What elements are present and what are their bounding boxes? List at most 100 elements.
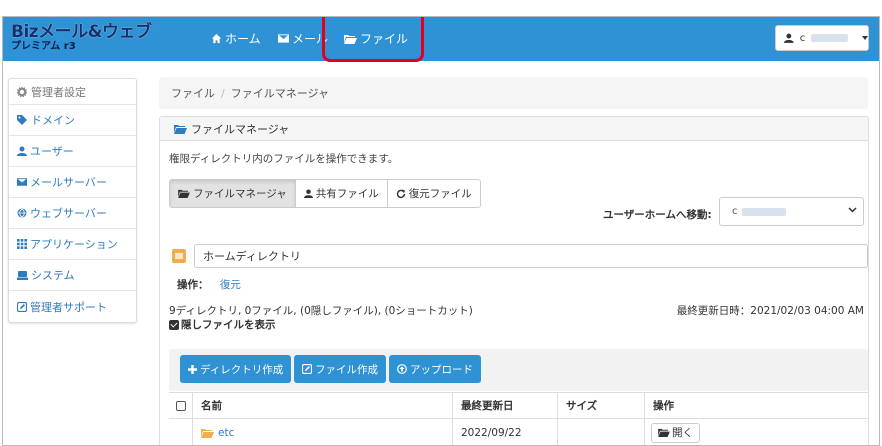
create-file-button[interactable]: ファイル作成: [294, 355, 386, 383]
panel-header: ファイルマネージャ: [160, 117, 868, 141]
file-nav-highlight: [322, 17, 424, 62]
user-name-masked: [811, 34, 848, 42]
button-label: アップロード: [410, 363, 473, 376]
tab-file-manager[interactable]: ファイルマネージャ: [170, 180, 296, 207]
row-select-cell: [169, 419, 193, 445]
last-updated: 最終更新日時：2021/02/03 04:00 AM: [676, 305, 864, 317]
restore-link[interactable]: 復元: [220, 279, 241, 291]
user-home-select[interactable]: c: [719, 197, 864, 226]
sidebar-item-label: アプリケーション: [30, 238, 118, 251]
grid-icon: [17, 239, 27, 249]
directory-path-value: ホームディレクトリ: [203, 250, 301, 263]
column-header-updated[interactable]: 最終更新日: [453, 393, 558, 418]
select-value: c: [732, 206, 738, 217]
breadcrumb-root[interactable]: ファイル: [171, 85, 215, 101]
tab-shared-files[interactable]: 共有ファイル: [295, 180, 388, 207]
app-frame: Bizメール&ウェブ プレミアム r3 ホーム メール ファイル c 管理者設定: [2, 16, 880, 446]
button-label: ディレクトリ作成: [200, 363, 284, 376]
sidebar-item-mail-server[interactable]: メールサーバー: [9, 167, 136, 198]
user-icon: [17, 146, 27, 156]
edit-icon: [302, 364, 312, 374]
file-table: 名前 最終更新日 サイズ 操作 etc 2022/09/22 開く: [169, 392, 868, 445]
sidebar-item-domain[interactable]: ドメイン: [9, 105, 136, 136]
drive-icon: [17, 270, 28, 280]
tab-label: ファイルマネージャ: [193, 188, 287, 200]
sidebar-item-users[interactable]: ユーザー: [9, 136, 136, 167]
folder-open-icon: [174, 124, 187, 134]
sidebar-item-label: ドメイン: [31, 114, 75, 127]
sidebar-item-system[interactable]: システム: [9, 260, 136, 291]
globe-icon: [17, 208, 27, 218]
sidebar-item-web-server[interactable]: ウェブサーバー: [9, 198, 136, 229]
envelope-icon: [278, 34, 289, 43]
file-tabs: ファイルマネージャ 共有ファイル 復元ファイル: [169, 179, 481, 208]
sidebar-item-admin-support[interactable]: 管理者サポート: [9, 291, 136, 322]
folder-open-icon: [178, 189, 190, 198]
sidebar-item-label: 管理者サポート: [30, 300, 107, 314]
directory-icon: [172, 249, 186, 263]
directory-summary: 9ディレクトリ, 0ファイル, (0隠しファイル), (0ショートカット): [169, 305, 473, 317]
home-icon: [211, 33, 222, 44]
table-header-row: 名前 最終更新日 サイズ 操作: [169, 393, 868, 419]
button-label: ファイル作成: [315, 363, 378, 376]
upload-icon: [397, 364, 407, 374]
admin-sidebar: 管理者設定 ドメイン ユーザー メールサーバー ウェブサーバー アプリケーション…: [8, 78, 137, 323]
move-to-home-label: ユーザーホームへ移動:: [603, 209, 712, 221]
upload-button[interactable]: アップロード: [389, 355, 481, 383]
sidebar-item-label: ウェブサーバー: [30, 207, 107, 220]
file-updated: 2022/09/22: [453, 419, 558, 445]
sidebar-item-label: ユーザー: [30, 145, 74, 158]
plus-icon: [188, 364, 197, 374]
file-toolbar: ディレクトリ作成 ファイル作成 アップロード: [169, 349, 868, 391]
operations-row: 操作： 復元: [177, 277, 241, 292]
sidebar-item-applications[interactable]: アプリケーション: [9, 229, 136, 260]
file-manager-panel: ファイルマネージャ 権限ディレクトリ内のファイルを操作できます。 ファイルマネー…: [159, 116, 869, 445]
edit-icon: [17, 301, 27, 312]
envelope-icon: [17, 178, 27, 186]
file-name-link[interactable]: etc: [218, 427, 234, 439]
breadcrumb: ファイル / ファイルマネージャ: [159, 77, 868, 109]
nav-home[interactable]: ホーム: [211, 30, 261, 47]
refresh-icon: [396, 189, 405, 198]
select-all-cell: [169, 393, 193, 418]
folder-open-icon: [201, 428, 214, 438]
select-all-checkbox[interactable]: [175, 400, 186, 411]
user-name: c: [799, 32, 806, 44]
column-header-name[interactable]: 名前: [193, 393, 453, 418]
breadcrumb-current: ファイルマネージャ: [230, 87, 329, 100]
open-button-label: 開く: [672, 427, 693, 439]
table-row: etc 2022/09/22 開く: [169, 419, 868, 445]
nav-mail[interactable]: メール: [278, 30, 328, 47]
file-size: [558, 419, 645, 445]
sidebar-item-label: システム: [31, 269, 75, 282]
sidebar-item-label: メールサーバー: [30, 176, 107, 189]
chevron-down-icon: [862, 36, 868, 40]
directory-path-field[interactable]: ホームディレクトリ: [194, 244, 868, 268]
brand-logo[interactable]: Bizメール&ウェブ プレミアム r3: [11, 23, 152, 52]
column-header-size[interactable]: サイズ: [558, 393, 645, 418]
checkbox-checked-icon[interactable]: [169, 319, 179, 330]
tab-label: 共有ファイル: [315, 188, 379, 200]
tab-restore-files[interactable]: 復元ファイル: [387, 180, 480, 207]
operations-label: 操作：: [177, 279, 209, 291]
tag-icon: [17, 115, 27, 125]
panel-description: 権限ディレクトリ内のファイルを操作できます。: [169, 153, 399, 165]
folder-open-icon: [658, 428, 670, 437]
sidebar-header: 管理者設定: [9, 79, 136, 105]
select-value-masked: [741, 207, 786, 216]
panel-title: ファイルマネージャ: [191, 122, 290, 136]
brand-subtitle: プレミアム r3: [11, 41, 76, 52]
breadcrumb-separator: /: [221, 86, 225, 100]
nav-home-label: ホーム: [225, 32, 261, 46]
user-menu-button[interactable]: c: [775, 25, 869, 51]
file-name-cell: etc: [193, 419, 453, 445]
file-action-cell: 開く: [645, 419, 868, 445]
top-navbar: Bizメール&ウェブ プレミアム r3 ホーム メール ファイル c: [3, 17, 879, 62]
chevron-down-icon: [848, 207, 857, 213]
create-directory-button[interactable]: ディレクトリ作成: [180, 355, 292, 383]
user-icon: [303, 189, 313, 198]
open-button[interactable]: 開く: [651, 422, 700, 443]
sidebar-header-label: 管理者設定: [31, 85, 86, 99]
tab-label: 復元ファイル: [408, 188, 472, 200]
show-hidden-files[interactable]: 隠しファイルを表示: [169, 317, 276, 332]
